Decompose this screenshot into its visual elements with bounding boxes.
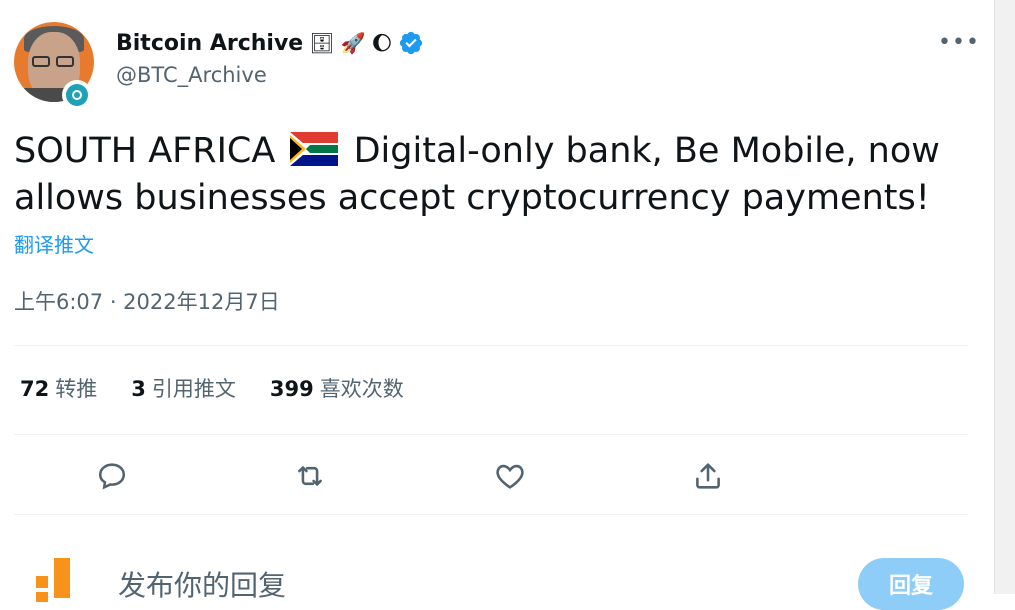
reply-composer: 发布你的回复 回复 <box>14 540 968 610</box>
south-africa-flag-icon <box>290 132 339 166</box>
reply-input[interactable]: 发布你的回复 <box>118 564 286 604</box>
reply-button[interactable]: 回复 <box>858 558 964 610</box>
divider <box>14 345 968 346</box>
user-avatar[interactable] <box>22 558 86 608</box>
tweet-stats: 72 转推 3 引用推文 399 喜欢次数 <box>20 373 404 403</box>
share-icon[interactable] <box>688 456 728 496</box>
tweet-text-start: SOUTH AFRICA <box>14 131 276 171</box>
divider <box>14 514 968 515</box>
verified-badge-icon <box>400 31 423 55</box>
rocket-emoji: 🚀 <box>340 31 366 55</box>
author-display-name[interactable]: Bitcoin Archive <box>116 31 303 56</box>
retweet-icon[interactable] <box>290 456 330 496</box>
scrollbar[interactable] <box>994 0 1015 594</box>
affiliate-badge-icon <box>62 80 92 110</box>
author-name-row: Bitcoin Archive 🗄 🚀 🌔 <box>116 28 424 58</box>
likes-stat[interactable]: 399 喜欢次数 <box>270 373 404 403</box>
translate-tweet-link[interactable]: 翻译推文 <box>14 229 94 258</box>
more-dots-icon[interactable]: ••• <box>938 30 980 55</box>
tweet-actions <box>14 450 968 502</box>
tweet-text: SOUTH AFRICA Digital-only bank, Be Mobil… <box>14 128 974 222</box>
reply-icon[interactable] <box>92 456 132 496</box>
author-handle[interactable]: @BTC_Archive <box>116 63 267 87</box>
file-cabinet-emoji: 🗄 <box>309 31 335 55</box>
like-icon[interactable] <box>490 456 530 496</box>
retweets-stat[interactable]: 72 转推 <box>20 373 97 403</box>
quotes-stat[interactable]: 3 引用推文 <box>131 373 236 403</box>
tweet-timestamp[interactable]: 上午6:07 · 2022年12月7日 <box>14 286 280 316</box>
divider <box>14 434 968 435</box>
moon-emoji: 🌔 <box>371 31 393 55</box>
